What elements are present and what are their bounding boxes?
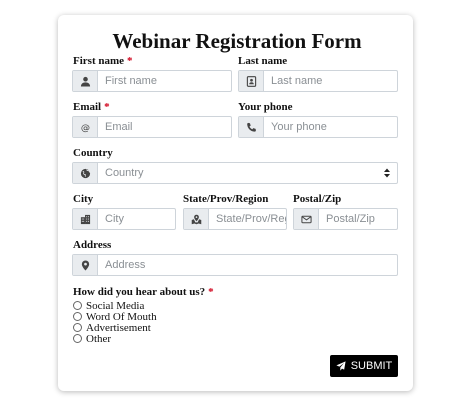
radio-label: Other: [86, 332, 112, 345]
paper-plane-icon: [336, 361, 346, 371]
country-select[interactable]: Country: [72, 162, 398, 184]
svg-text:@: @: [80, 122, 89, 132]
phone-icon: [239, 117, 264, 137]
radio-button[interactable]: [73, 323, 82, 332]
at-icon: @: [73, 117, 98, 137]
last-name-input[interactable]: Last name: [264, 71, 397, 91]
address-input[interactable]: Address: [98, 255, 397, 275]
city-label: City: [73, 193, 94, 205]
chevron-updown-icon: [384, 168, 390, 178]
state-field[interactable]: State/Prov/Reg: [183, 208, 287, 230]
required-marker: *: [104, 101, 110, 113]
postal-input[interactable]: Postal/Zip: [319, 209, 397, 229]
building-icon: [73, 209, 98, 229]
radio-option-advertisement[interactable]: Advertisement: [73, 322, 151, 334]
phone-label: Your phone: [238, 101, 293, 113]
city-field[interactable]: City: [72, 208, 176, 230]
phone-input[interactable]: Your phone: [264, 117, 397, 137]
required-marker: *: [127, 55, 133, 67]
radio-option-social-media[interactable]: Social Media: [73, 300, 144, 312]
first-name-label: First name *: [73, 55, 133, 67]
required-marker: *: [208, 286, 214, 298]
map-marker-icon: [73, 255, 98, 275]
last-name-label: Last name: [238, 55, 288, 67]
form-title: Webinar Registration Form: [112, 29, 362, 53]
first-name-field[interactable]: First name: [72, 70, 232, 92]
email-label: Email *: [73, 101, 110, 113]
first-name-input[interactable]: First name: [98, 71, 231, 91]
country-label: Country: [73, 147, 113, 159]
hear-about-label: How did you hear about us? *: [73, 286, 214, 298]
state-input[interactable]: State/Prov/Reg: [209, 209, 286, 229]
last-name-field[interactable]: Last name: [238, 70, 398, 92]
radio-button[interactable]: [73, 312, 82, 321]
state-label: State/Prov/Region: [183, 193, 269, 205]
city-input[interactable]: City: [98, 209, 175, 229]
address-label: Address: [73, 239, 112, 251]
submit-button[interactable]: SUBMIT: [330, 355, 398, 377]
email-field[interactable]: @ Email: [72, 116, 232, 138]
submit-label: SUBMIT: [350, 360, 393, 372]
radio-option-word-of-mouth[interactable]: Word Of Mouth: [73, 311, 157, 323]
country-selected-value: Country: [105, 167, 144, 179]
phone-field[interactable]: Your phone: [238, 116, 398, 138]
address-field[interactable]: Address: [72, 254, 398, 276]
postal-field[interactable]: Postal/Zip: [293, 208, 398, 230]
id-card-icon: [239, 71, 264, 91]
globe-icon: [73, 163, 98, 183]
radio-option-other[interactable]: Other: [73, 332, 112, 345]
postal-label: Postal/Zip: [293, 193, 342, 205]
radio-button[interactable]: [73, 334, 82, 343]
email-input[interactable]: Email: [98, 117, 231, 137]
user-icon: [73, 71, 98, 91]
envelope-icon: [294, 209, 319, 229]
radio-button[interactable]: [73, 301, 82, 310]
map-icon: [184, 209, 209, 229]
